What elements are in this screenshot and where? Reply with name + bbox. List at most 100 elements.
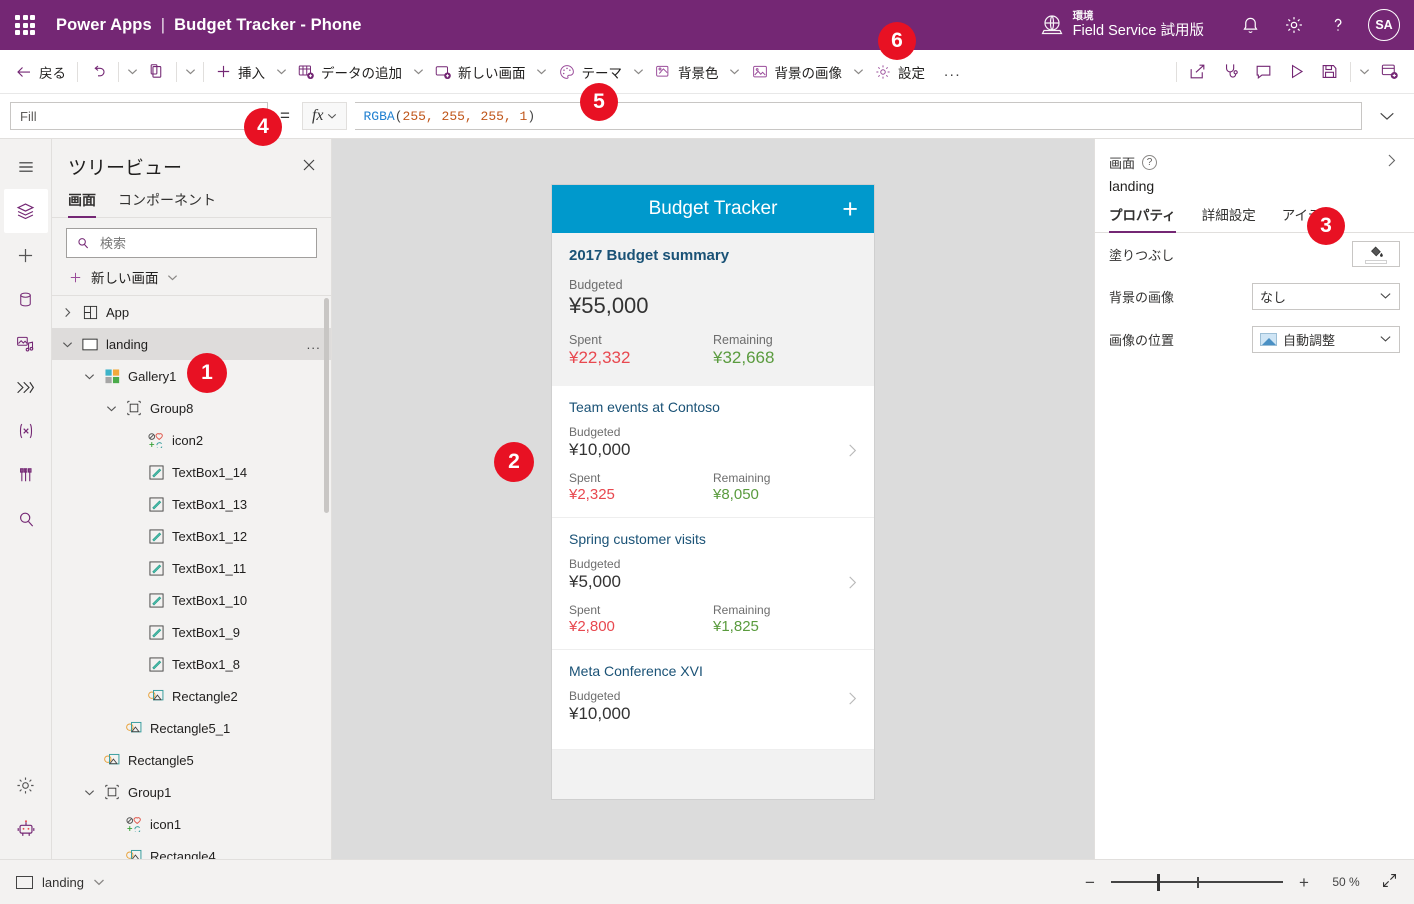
tree-item-rectangle4[interactable]: Rectangle4 (52, 840, 331, 859)
tree-item-icon1[interactable]: icon1 (52, 808, 331, 840)
zoom-out-button[interactable]: − (1081, 874, 1099, 891)
insert-chevron-down-icon[interactable] (272, 56, 290, 88)
tree-item-textbox1_10[interactable]: TextBox1_10 (52, 584, 331, 616)
variables-icon[interactable] (4, 409, 48, 453)
play-icon[interactable] (1280, 56, 1313, 88)
back-button[interactable]: 戻る (8, 56, 73, 88)
gallery-item[interactable]: Team events at Contoso Budgeted ¥10,000 Spe… (552, 386, 874, 518)
plus-icon[interactable]: + (842, 195, 858, 223)
tree-scrollbar[interactable] (324, 298, 329, 513)
hamburger-icon[interactable] (4, 145, 48, 189)
tree-item-textbox1_12[interactable]: TextBox1_12 (52, 520, 331, 552)
overflow-menu-button[interactable]: ... (932, 63, 973, 80)
paste-button[interactable] (141, 56, 172, 88)
chevron-right-icon[interactable] (845, 442, 860, 462)
screen-selector[interactable]: landing (16, 875, 105, 890)
media-icon[interactable] (4, 321, 48, 365)
tree-item-textbox1_8[interactable]: TextBox1_8 (52, 648, 331, 680)
tree-item-rectangle2[interactable]: Rectangle2 (52, 680, 331, 712)
tree-item-textbox1_13[interactable]: TextBox1_13 (52, 488, 331, 520)
gallery-item[interactable]: Spring customer visits Budgeted ¥5,000 Spen… (552, 518, 874, 650)
tree-item-textbox1_11[interactable]: TextBox1_11 (52, 552, 331, 584)
fx-button[interactable]: fx (301, 102, 348, 130)
background-color-chevron-down-icon[interactable] (726, 56, 744, 88)
avatar[interactable]: SA (1368, 9, 1400, 41)
environment-selector[interactable]: 環境 Field Service 試用版 (1040, 10, 1204, 39)
bell-icon[interactable] (1228, 3, 1272, 47)
new-screen-button[interactable]: 新しい画面 (427, 56, 533, 88)
tools-icon[interactable] (4, 453, 48, 497)
image-position-select[interactable]: 自動調整 (1252, 326, 1400, 353)
property-selector[interactable]: Fill (10, 102, 268, 130)
formula-input[interactable]: RGBA(255, 255, 255, 1) (355, 102, 1362, 130)
add-data-button[interactable]: データの追加 (290, 56, 409, 88)
data-icon[interactable] (4, 277, 48, 321)
search-input[interactable] (98, 234, 307, 252)
tree-item-app[interactable]: App (52, 296, 331, 328)
background-image-button[interactable]: 背景の画像 (744, 56, 850, 88)
chevron-right-icon[interactable] (60, 307, 74, 318)
search-icon[interactable] (4, 497, 48, 541)
formula-expand-chevron-down-icon[interactable] (1370, 102, 1404, 130)
publish-icon[interactable] (1373, 56, 1406, 88)
budget-gallery[interactable]: Team events at Contoso Budgeted ¥10,000 Spe… (552, 386, 874, 750)
search-box[interactable] (66, 228, 317, 258)
tree-item-rectangle5[interactable]: Rectangle5 (52, 744, 331, 776)
chevron-down-icon[interactable] (60, 339, 74, 350)
tab-advanced[interactable]: 詳細設定 (1202, 204, 1256, 232)
app-checker-icon[interactable] (1214, 56, 1247, 88)
tab-screens[interactable]: 画面 (68, 190, 96, 218)
new-screen-menu-button[interactable]: 新しい画面 (52, 262, 331, 295)
phone-preview[interactable]: Budget Tracker + 2017 Budget summary Bud… (552, 185, 874, 799)
theme-button[interactable]: テーマ (551, 56, 630, 88)
publish-chevron-down-icon[interactable] (1355, 56, 1373, 88)
chevron-right-icon[interactable] (845, 690, 860, 710)
comment-icon[interactable] (1247, 56, 1280, 88)
zoom-in-button[interactable]: + (1295, 874, 1313, 891)
tab-components[interactable]: コンポーネント (118, 190, 216, 217)
gallery-item[interactable]: Meta Conference XVI Budgeted ¥10,000 (552, 650, 874, 750)
gear-icon[interactable] (1272, 3, 1316, 47)
tree-item-group8[interactable]: Group8 (52, 392, 331, 424)
tree-item-icon2[interactable]: icon2 (52, 424, 331, 456)
zoom-slider-thumb[interactable] (1157, 873, 1161, 891)
insert-button[interactable]: 挿入 (208, 56, 272, 88)
tree-item-group1[interactable]: Group1 (52, 776, 331, 808)
app-launcher-icon[interactable] (12, 12, 38, 38)
undo-chevron-down-icon[interactable] (123, 56, 141, 88)
chevron-right-icon[interactable] (845, 574, 860, 594)
tab-properties[interactable]: プロパティ (1109, 204, 1176, 233)
add-data-chevron-down-icon[interactable] (409, 56, 427, 88)
help-icon[interactable] (1316, 3, 1360, 47)
fit-screen-icon[interactable] (1381, 872, 1398, 892)
close-icon[interactable] (301, 157, 317, 176)
background-image-chevron-down-icon[interactable] (849, 56, 867, 88)
tree-item-textbox1_9[interactable]: TextBox1_9 (52, 616, 331, 648)
chevron-down-icon[interactable] (104, 403, 118, 414)
new-screen-chevron-down-icon[interactable] (533, 56, 551, 88)
tree-view-icon[interactable] (3, 189, 48, 233)
insert-icon[interactable] (4, 233, 48, 277)
tree-item-textbox1_14[interactable]: TextBox1_14 (52, 456, 331, 488)
undo-button[interactable] (82, 56, 114, 88)
paste-chevron-down-icon[interactable] (181, 56, 199, 88)
copilot-robot-icon[interactable] (4, 807, 48, 851)
theme-chevron-down-icon[interactable] (629, 56, 647, 88)
share-icon[interactable] (1181, 56, 1214, 88)
settings-gear-icon[interactable] (4, 763, 48, 807)
fill-color-button[interactable] (1352, 241, 1400, 267)
app-canvas[interactable]: Budget Tracker + 2017 Budget summary Bud… (332, 139, 1094, 859)
settings-button[interactable]: 設定 (867, 56, 932, 88)
chevron-down-icon[interactable] (82, 787, 96, 798)
chevron-right-icon[interactable] (1383, 152, 1400, 172)
chevron-down-icon[interactable] (82, 371, 96, 382)
zoom-slider[interactable] (1111, 873, 1283, 891)
background-image-select[interactable]: なし (1252, 283, 1400, 310)
power-automate-icon[interactable] (4, 365, 48, 409)
background-color-button[interactable]: 背景色 (647, 56, 726, 88)
tree-item-more-button[interactable]: ... (307, 337, 321, 352)
tree-item-rectangle5_1[interactable]: Rectangle5_1 (52, 712, 331, 744)
tree-item-landing[interactable]: landing... (52, 328, 331, 360)
save-icon[interactable] (1313, 56, 1346, 88)
help-circle-icon[interactable]: ? (1142, 154, 1158, 170)
